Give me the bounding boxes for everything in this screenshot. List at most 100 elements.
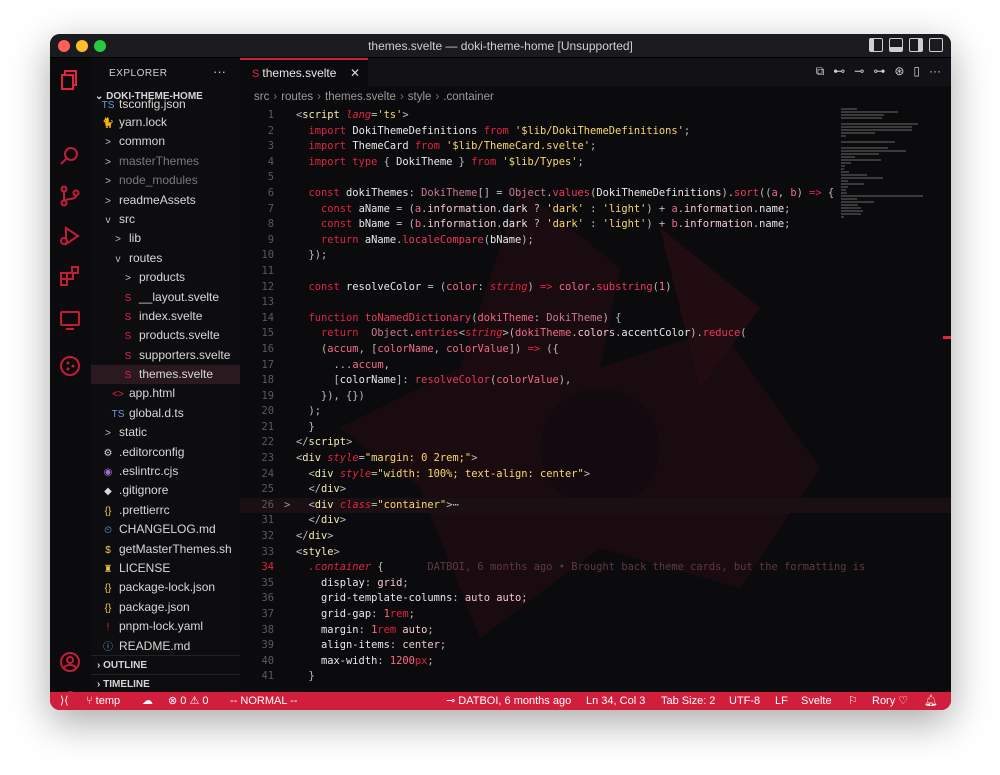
minimap-line xyxy=(841,195,923,197)
sync-icon[interactable]: ☁ xyxy=(142,692,153,710)
customize-layout-icon[interactable] xyxy=(929,38,943,52)
tree-item[interactable]: ◆ .gitignore xyxy=(91,481,240,500)
code-token: ); xyxy=(296,405,322,418)
editor-action-icon[interactable]: ⊶ xyxy=(873,64,885,79)
tree-item[interactable]: ⏲ CHANGELOG.md xyxy=(91,520,240,539)
tree-item[interactable]: ◉ .eslintrc.cjs xyxy=(91,462,240,481)
minimap[interactable] xyxy=(841,108,929,218)
cursor-position[interactable]: Ln 34, Col 3 xyxy=(586,692,645,710)
code-token: max-width xyxy=(296,654,378,667)
editor-action-icon[interactable]: ⧉ xyxy=(816,64,825,79)
code-token: }); xyxy=(296,249,328,262)
search-icon[interactable] xyxy=(58,144,82,168)
tab-bar: S themes.svelte ✕ ⧉ ⊷ ⊸ ⊶ ⊛ ▯ ··· xyxy=(240,58,951,86)
tree-item[interactable]: Sproducts.svelte xyxy=(91,326,240,345)
line-number: 35 xyxy=(261,576,274,589)
tree-item[interactable]: > node_modules xyxy=(91,171,240,190)
code-text: function toNamedDictionary(dokiTheme: Do… xyxy=(296,311,622,327)
file-type-icon: > xyxy=(105,176,111,188)
tree-item[interactable]: ⓘ README.md xyxy=(91,637,240,656)
tree-item[interactable]: v routes xyxy=(91,249,240,268)
tree-item-label: products.svelte xyxy=(139,328,220,343)
tree-item[interactable]: ♜ LICENSE xyxy=(91,559,240,578)
remote-indicator[interactable]: ⟩⟨ xyxy=(60,692,69,710)
code-token: { xyxy=(383,155,397,168)
toggle-panel-icon[interactable] xyxy=(889,38,903,52)
end-of-line[interactable]: LF xyxy=(775,692,788,710)
tree-item[interactable]: > static xyxy=(91,423,240,442)
editor-action-icon[interactable]: ··· xyxy=(929,64,941,79)
editor-action-icon[interactable]: ⊷ xyxy=(833,64,845,79)
account-icon[interactable] xyxy=(58,650,82,674)
tree-item[interactable]: > common xyxy=(91,132,240,151)
svelte-file-icon: S xyxy=(252,68,263,80)
tree-item[interactable]: $ getMasterThemes.sh xyxy=(91,540,240,559)
file-type-icon: > xyxy=(105,156,111,168)
tree-item[interactable]: TS global.d.ts xyxy=(91,404,240,423)
notifications-icon[interactable]: 🔔︎ xyxy=(924,692,938,710)
line-number: 38 xyxy=(261,623,274,636)
tree-item[interactable]: Ssupporters.svelte xyxy=(91,346,240,365)
breadcrumb-item[interactable]: .container xyxy=(443,91,494,103)
code-token: : xyxy=(389,639,403,652)
branch-indicator[interactable]: ⑂ temp xyxy=(86,692,120,710)
git-blame[interactable]: ⊸ DATBOI, 6 months ago xyxy=(446,692,571,710)
tree-item[interactable]: ⚙ .editorconfig xyxy=(91,443,240,462)
breadcrumb-item[interactable]: routes xyxy=(281,91,313,103)
tree-item[interactable]: v src xyxy=(91,210,240,229)
tree-item[interactable]: S __layout.svelte xyxy=(91,288,240,307)
code-token: div xyxy=(302,452,328,465)
tree-item[interactable]: TS tsconfig.json xyxy=(91,98,240,113)
line-number: 7 xyxy=(267,202,274,215)
code-token: : xyxy=(358,623,372,636)
encoding[interactable]: UTF-8 xyxy=(729,692,760,710)
file-type-icon: > xyxy=(115,234,121,246)
tree-item[interactable]: {} package.json xyxy=(91,598,240,617)
user-indicator[interactable]: Rory ♡ xyxy=(872,692,908,710)
code-token: const xyxy=(296,186,347,199)
tree-item[interactable]: 🐈 yarn.lock xyxy=(91,113,240,132)
code-token: : xyxy=(371,608,384,620)
extensions-icon[interactable] xyxy=(58,264,82,288)
toggle-secondary-sidebar-icon[interactable] xyxy=(909,38,923,52)
tree-item[interactable]: > lib xyxy=(91,229,240,248)
editor-action-icon[interactable]: ▯ xyxy=(913,64,920,79)
tree-item[interactable]: Sindex.svelte xyxy=(91,307,240,326)
problems-indicator[interactable]: ⊗ 0 ⚠ 0 xyxy=(168,692,208,710)
source-control-icon[interactable] xyxy=(58,184,82,208)
tree-item[interactable]: {} .prettierrc xyxy=(91,501,240,520)
close-tab-icon[interactable]: ✕ xyxy=(350,60,360,86)
code-line: 25 </div> xyxy=(240,482,951,498)
explorer-more-actions[interactable]: ··· xyxy=(213,64,226,79)
editor-action-icon[interactable]: ⊛ xyxy=(894,64,904,79)
outline-section[interactable]: › OUTLINE xyxy=(91,655,240,674)
tree-item[interactable]: > masterThemes xyxy=(91,152,240,171)
feedback-icon[interactable]: ⚐ xyxy=(848,692,858,710)
language-mode[interactable]: Svelte xyxy=(801,692,832,710)
tree-item[interactable]: <> app.html xyxy=(91,384,240,403)
breadcrumb-item[interactable]: src xyxy=(254,91,269,103)
tree-item[interactable]: > readmeAssets xyxy=(91,191,240,210)
github-icon[interactable] xyxy=(58,354,82,378)
code-token: ThemeCard xyxy=(352,140,415,153)
tree-item[interactable]: {} package-lock.json xyxy=(91,578,240,597)
code-token: DokiThemeDefinitions xyxy=(352,124,484,137)
tab-size[interactable]: Tab Size: 2 xyxy=(661,692,715,710)
tree-item[interactable]: ! pnpm-lock.yaml xyxy=(91,617,240,636)
toggle-sidebar-icon[interactable] xyxy=(869,38,883,52)
editor-action-icon[interactable]: ⊸ xyxy=(854,64,864,79)
tab-themes-svelte[interactable]: S themes.svelte ✕ xyxy=(240,58,368,86)
code-line: 37 grid-gap: 1rem; xyxy=(240,607,951,623)
run-debug-icon[interactable] xyxy=(58,224,82,248)
tree-item[interactable]: > products xyxy=(91,268,240,287)
file-type-icon: v xyxy=(105,214,111,226)
file-type-icon: {} xyxy=(104,505,112,517)
timeline-section[interactable]: › TIMELINE xyxy=(91,674,240,692)
code-token: ]: xyxy=(396,374,415,387)
fold-chevron-icon[interactable]: > xyxy=(284,498,290,514)
breadcrumb-item[interactable]: themes.svelte xyxy=(325,91,396,103)
remote-explorer-icon[interactable] xyxy=(58,308,82,332)
explorer-icon[interactable] xyxy=(58,68,82,92)
tree-item[interactable]: Sthemes.svelte xyxy=(91,365,240,385)
breadcrumb-item[interactable]: style xyxy=(408,91,432,103)
